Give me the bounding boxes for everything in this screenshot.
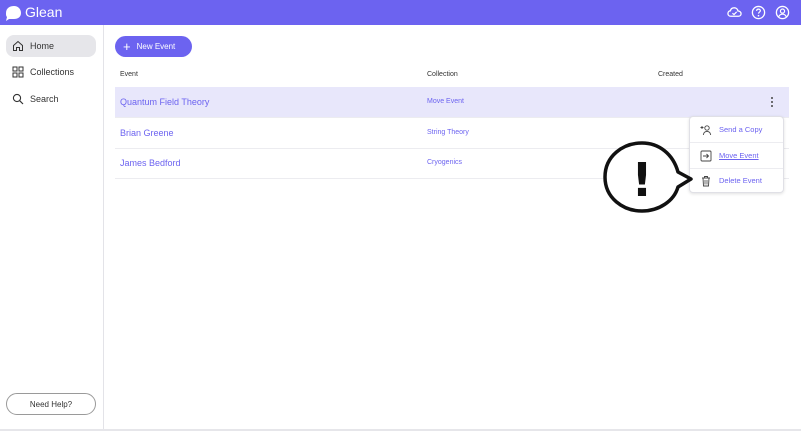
menu-item-label: Move Event: [719, 151, 759, 160]
sidebar-item-collections[interactable]: Collections: [6, 61, 96, 83]
event-name[interactable]: James Bedford: [120, 158, 181, 168]
help-icon[interactable]: [750, 4, 767, 21]
event-name[interactable]: Brian Greene: [120, 128, 174, 138]
menu-item-move-event[interactable]: Move Event: [690, 143, 783, 168]
sidebar-item-label: Collections: [30, 67, 75, 77]
event-name[interactable]: Quantum Field Theory: [120, 97, 209, 107]
app-name: Glean: [25, 4, 63, 20]
app-logo[interactable]: Glean: [4, 4, 62, 21]
collection-name: String Theory: [427, 129, 469, 136]
top-bar: Glean: [0, 0, 801, 25]
menu-item-label: Delete Event: [719, 176, 762, 185]
more-options-icon[interactable]: [767, 95, 777, 109]
table-row[interactable]: Quantum Field Theory Move Event: [115, 87, 789, 118]
column-header-event[interactable]: Event: [120, 71, 138, 78]
cloud-icon[interactable]: [726, 4, 743, 21]
account-icon[interactable]: [774, 4, 791, 21]
column-header-collection[interactable]: Collection: [427, 71, 458, 78]
sidebar-item-home[interactable]: Home: [6, 35, 96, 57]
exclamation-icon: !: [632, 153, 653, 207]
search-icon: [12, 93, 24, 105]
trash-icon: [702, 175, 710, 186]
column-header-created[interactable]: Created: [658, 71, 683, 78]
alert-callout: !: [603, 141, 693, 213]
send-copy-icon: [700, 124, 712, 135]
sidebar-item-label: Search: [30, 94, 59, 104]
menu-item-label: Send a Copy: [719, 125, 763, 134]
collection-name: Move Event: [427, 98, 464, 105]
glean-logo-icon: [6, 5, 21, 21]
move-icon: [700, 150, 712, 161]
plus-icon: +: [123, 39, 131, 54]
collection-name: Cryogenics: [427, 159, 463, 166]
sidebar-item-search[interactable]: Search: [6, 88, 96, 110]
menu-item-delete-event[interactable]: Delete Event: [690, 168, 783, 193]
context-menu: Send a Copy Move Event Delete Event: [689, 116, 784, 193]
new-event-label: New Event: [136, 42, 176, 51]
need-help-button[interactable]: Need Help?: [6, 393, 96, 415]
grid-icon: [12, 66, 24, 78]
home-icon: [13, 40, 23, 51]
sidebar-item-label: Home: [30, 41, 55, 51]
menu-item-send-copy[interactable]: Send a Copy: [690, 117, 783, 142]
sidebar: Home Collections Search Need Help?: [0, 25, 104, 431]
new-event-button[interactable]: + New Event: [115, 36, 192, 57]
